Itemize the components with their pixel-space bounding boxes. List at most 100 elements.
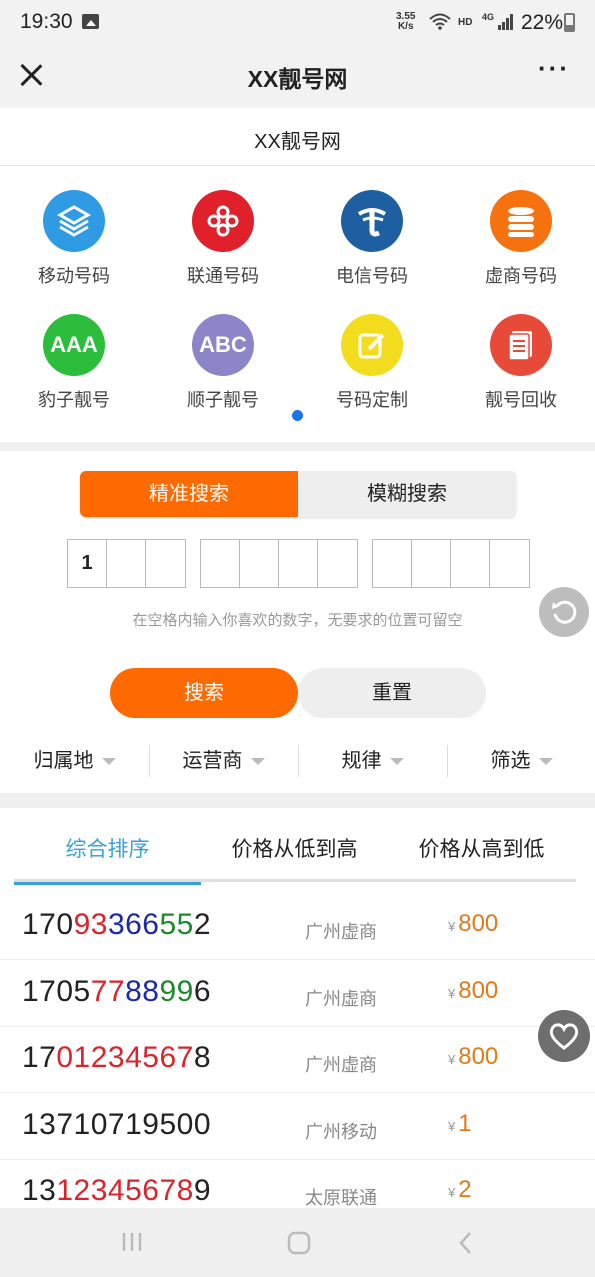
category-recycle[interactable]: 靓号回收 <box>447 314 595 438</box>
tab-fuzzy-search[interactable]: 模糊搜索 <box>298 471 516 517</box>
category-label: 号码定制 <box>336 390 408 410</box>
results-list: 综合排序 价格从低到高 价格从高到低 17093366552 广州虚商 ¥800 17… <box>0 808 595 1208</box>
filter-label: 归属地 <box>33 750 94 772</box>
category-grid: 移动号码 联通号码 电信号码 虚商号码 AAA 豹子靓号 ABC 顺子靓号 号码… <box>0 166 595 442</box>
sort-tabs: 综合排序 价格从低到高 价格从高到低 <box>14 808 576 885</box>
window-title: XX靓号网 <box>247 66 348 92</box>
digit-group-1: 1 <box>67 539 186 588</box>
section-divider <box>0 793 595 808</box>
search-button[interactable]: 搜索 <box>110 668 298 718</box>
digit-input[interactable] <box>279 540 318 587</box>
net-speed-unit: K/s <box>397 21 414 32</box>
china-mobile-icon <box>43 190 105 252</box>
category-label: 豹子靓号 <box>38 390 110 410</box>
number-location: 广州虚商 <box>305 988 377 1009</box>
favorite-heart-icon[interactable] <box>538 1010 590 1062</box>
listing-row[interactable]: 17093366552 广州虚商 ¥800 <box>0 894 595 960</box>
category-label: 联通号码 <box>187 266 259 286</box>
tab-exact-search[interactable]: 精准搜索 <box>80 471 298 517</box>
title-bar: XX靓号网 ··· <box>0 46 595 108</box>
category-mobile[interactable]: 移动号码 <box>0 190 148 314</box>
network-type: 4G <box>482 12 495 22</box>
refresh-icon[interactable] <box>539 587 589 637</box>
category-abc[interactable]: ABC 顺子靓号 <box>149 314 297 438</box>
phone-number: 17012345678 <box>22 1041 212 1074</box>
recent-apps-icon[interactable] <box>120 1230 144 1259</box>
digit-input[interactable]: 1 <box>68 540 107 587</box>
china-unicom-icon <box>192 190 254 252</box>
digit-group-3 <box>372 539 530 588</box>
digit-input[interactable] <box>412 540 451 587</box>
digit-input[interactable] <box>373 540 412 587</box>
number-location: 太原联通 <box>305 1188 377 1208</box>
document-icon <box>490 314 552 376</box>
number-location: 广州虚商 <box>305 1055 377 1075</box>
system-nav-bar <box>0 1208 595 1277</box>
filter-carrier[interactable]: 运营商 <box>149 741 298 781</box>
category-telecom[interactable]: 电信号码 <box>298 190 446 314</box>
filter-location[interactable]: 归属地 <box>0 741 149 781</box>
filter-label: 运营商 <box>182 750 243 772</box>
tab-sort-price-asc[interactable]: 价格从低到高 <box>201 808 388 882</box>
number-price: ¥800 <box>448 977 498 1005</box>
listing-row[interactable]: 13123456789 太原联通 ¥2 <box>0 1160 595 1208</box>
battery-percent: 22% <box>521 11 564 34</box>
digit-input[interactable] <box>490 540 529 587</box>
more-options-icon[interactable]: ··· <box>534 55 574 88</box>
category-custom[interactable]: 号码定制 <box>298 314 446 438</box>
category-label: 移动号码 <box>38 266 110 286</box>
page-title: XX靓号网 <box>254 131 341 153</box>
image-notification-icon <box>82 14 99 29</box>
digit-input[interactable] <box>201 540 240 587</box>
coins-stack-icon <box>490 190 552 252</box>
digit-input[interactable] <box>318 540 357 587</box>
phone-number: 13123456789 <box>22 1174 212 1207</box>
filter-pattern[interactable]: 规律 <box>298 741 447 781</box>
china-telecom-icon <box>341 190 403 252</box>
search-panel: 精准搜索 模糊搜索 1 在空格内输入你喜欢的数字，无要求的位置可留空 搜索 重置… <box>0 451 595 793</box>
currency-symbol: ¥ <box>448 1052 456 1067</box>
digit-group-2 <box>200 539 358 588</box>
search-mode-toggle: 精准搜索 模糊搜索 <box>80 471 516 517</box>
tab-sort-default[interactable]: 综合排序 <box>14 808 201 885</box>
chevron-down-icon <box>538 758 553 766</box>
currency-symbol: ¥ <box>448 1118 456 1134</box>
digit-input[interactable] <box>240 540 279 587</box>
filter-more[interactable]: 筛选 <box>447 741 595 781</box>
listing-row[interactable]: 17012345678 广州虚商 ¥800 <box>0 1027 595 1093</box>
category-label: 电信号码 <box>336 266 408 286</box>
abc-icon: ABC <box>192 314 254 376</box>
category-unicom[interactable]: 联通号码 <box>149 190 297 314</box>
digit-input[interactable] <box>451 540 490 587</box>
phone-number: 17057788996 <box>22 974 212 1008</box>
home-icon[interactable] <box>286 1230 312 1261</box>
search-hint: 在空格内输入你喜欢的数字，无要求的位置可留空 <box>132 612 463 629</box>
number-location: 广州虚商 <box>305 922 377 942</box>
chevron-down-icon <box>389 758 404 766</box>
digit-input[interactable] <box>107 540 146 587</box>
price-value: 800 <box>458 976 499 1004</box>
number-location: 广州移动 <box>305 1121 377 1142</box>
net-speed: 3.55 K/s <box>396 12 415 32</box>
number-price: ¥800 <box>448 1043 498 1071</box>
listing-row[interactable]: 13710719500 广州移动 ¥1 <box>0 1094 595 1160</box>
number-price: ¥1 <box>448 1110 472 1138</box>
back-icon[interactable] <box>456 1230 474 1261</box>
category-aaa[interactable]: AAA 豹子靓号 <box>0 314 148 438</box>
hd-indicator: HD <box>458 17 473 28</box>
status-bar: 19:30 3.55 K/s HD 4G 22% <box>0 0 595 46</box>
category-virtual[interactable]: 虚商号码 <box>447 190 595 314</box>
wifi-icon <box>428 13 452 36</box>
tab-sort-price-desc[interactable]: 价格从高到低 <box>388 808 575 882</box>
chevron-down-icon <box>101 758 116 766</box>
price-value: 1 <box>458 1109 472 1137</box>
price-value: 800 <box>458 1043 499 1070</box>
listing-row[interactable]: 17057788996 广州虚商 ¥800 <box>0 961 595 1027</box>
digit-input[interactable] <box>146 540 185 587</box>
filter-bar: 归属地 运营商 规律 筛选 <box>0 741 595 781</box>
edit-icon <box>341 314 403 376</box>
category-label: 虚商号码 <box>485 266 557 286</box>
reset-button[interactable]: 重置 <box>298 668 486 718</box>
currency-symbol: ¥ <box>448 919 456 934</box>
battery-icon <box>564 13 575 32</box>
